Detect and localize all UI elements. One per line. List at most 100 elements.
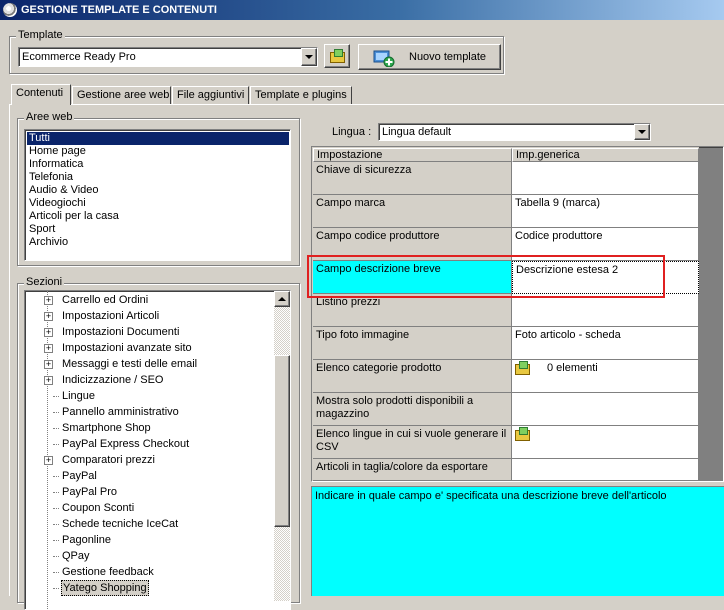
tab-contenuti-label: Contenuti <box>16 87 64 99</box>
lingua-select-value: Lingua default <box>382 126 452 138</box>
tree-item-label: Coupon Sconti <box>62 502 135 514</box>
tree-item-label: Schede tecniche IceCat <box>62 518 179 530</box>
template-group: Template Ecommerce Ready Pro Nuovo templ… <box>9 29 504 74</box>
aree-web-list[interactable]: Tutti Home page Informatica Telefonia Au… <box>24 129 291 261</box>
grid-row-value[interactable] <box>512 294 699 327</box>
settings-grid[interactable]: Impostazione Imp.generica Chiave di sicu… <box>311 146 724 482</box>
tree-item[interactable]: Coupon Sconti <box>25 500 273 516</box>
lingua-select[interactable]: Lingua default <box>378 123 651 141</box>
template-group-label: Template <box>16 29 65 41</box>
chevron-down-icon[interactable] <box>634 124 650 140</box>
tree-item[interactable]: Smartphone Shop <box>25 420 273 436</box>
grid-row-value[interactable]: Tabella 9 (marca) <box>512 195 699 228</box>
tree-item-label: Indicizzazione / SEO <box>62 374 164 386</box>
template-select[interactable]: Ecommerce Ready Pro <box>18 47 318 67</box>
list-item[interactable]: Informatica <box>27 158 290 171</box>
tree-item[interactable]: PayPal Express Checkout <box>25 436 273 452</box>
window-title: GESTIONE TEMPLATE E CONTENUTI <box>21 4 217 16</box>
list-item[interactable]: Archivio <box>27 236 290 249</box>
tree-item[interactable]: + Messaggi e testi delle email <box>25 356 273 372</box>
expand-plus-icon[interactable]: + <box>44 328 53 337</box>
chevron-down-icon[interactable] <box>301 48 317 66</box>
sezioni-scrollbar[interactable] <box>274 291 290 601</box>
grid-header-imp-generica[interactable]: Imp.generica <box>512 148 699 162</box>
list-item[interactable]: Tutti <box>27 132 289 145</box>
tree-item[interactable]: + Indicizzazione / SEO <box>25 372 273 388</box>
scroll-up-icon[interactable] <box>274 291 290 307</box>
grid-row-name: Mostra solo prodotti disponibili a magaz… <box>313 393 512 426</box>
list-item[interactable]: Audio & Video <box>27 184 290 197</box>
tree-item-label: Messaggi e testi delle email <box>62 358 198 370</box>
tree-item[interactable]: + Comparatori prezzi <box>25 452 273 468</box>
aree-web-label: Aree web <box>24 111 75 123</box>
tree-item[interactable]: PayPal <box>25 468 273 484</box>
grid-header-impostazione[interactable]: Impostazione <box>313 148 512 162</box>
expand-plus-icon[interactable]: + <box>44 376 53 385</box>
grid-row-name: Elenco lingue in cui si vuole generare i… <box>313 426 512 459</box>
sezioni-tree-items: + Carrello ed Ordini + Impostazioni Artico… <box>25 292 273 596</box>
description-panel: Indicare in quale campo e' specificata u… <box>311 486 724 596</box>
lingua-label: Lingua : <box>332 126 372 138</box>
tree-item-label: PayPal Express Checkout <box>62 438 190 450</box>
expand-plus-icon[interactable]: + <box>44 344 53 353</box>
expand-plus-icon[interactable]: + <box>44 360 53 369</box>
list-item[interactable]: Articoli per la casa <box>27 210 290 223</box>
tree-item-label: Impostazioni Articoli <box>62 310 160 322</box>
grid-row-value[interactable] <box>512 393 699 426</box>
tab-file-aggiuntivi[interactable]: File aggiuntivi <box>172 86 249 104</box>
tree-item-label: Carrello ed Ordini <box>62 294 149 306</box>
tree-item-label: Impostazioni avanzate sito <box>62 342 192 354</box>
tree-item-label: QPay <box>62 550 90 562</box>
new-template-button[interactable]: Nuovo template <box>358 44 501 70</box>
window-title-bar: GESTIONE TEMPLATE E CONTENUTI <box>0 0 724 20</box>
sezioni-group: Sezioni + Carrello ed Ordini + Impostazion… <box>17 276 300 610</box>
grid-row-value[interactable]: 0 elementi <box>512 360 699 393</box>
tree-item[interactable]: + Impostazioni Articoli <box>25 308 273 324</box>
expand-plus-icon[interactable]: + <box>44 296 53 305</box>
tab-template-plugins[interactable]: Template e plugins <box>250 86 352 104</box>
grid-row-name: Articoli in taglia/colore da esportare <box>313 459 512 481</box>
grid-row-value[interactable]: Foto articolo - scheda <box>512 327 699 360</box>
tree-item[interactable]: + Impostazioni Documenti <box>25 324 273 340</box>
tree-item[interactable]: + Impostazioni avanzate sito <box>25 340 273 356</box>
folder-icon[interactable] <box>515 361 530 375</box>
annotation-highlight-box <box>307 255 665 298</box>
expand-plus-icon[interactable]: + <box>44 456 53 465</box>
sezioni-label: Sezioni <box>24 276 65 288</box>
aree-web-group: Aree web Tutti Home page Informatica Tel… <box>17 111 300 266</box>
tab-gestione-aree-web[interactable]: Gestione aree web <box>72 86 171 104</box>
grid-row-name: Chiave di sicurezza <box>313 162 512 195</box>
tree-item[interactable]: Lingue <box>25 388 273 404</box>
grid-row-value[interactable] <box>512 459 699 481</box>
list-item[interactable]: Home page <box>27 145 290 158</box>
new-template-icon <box>373 50 395 67</box>
tab-contenuti[interactable]: Contenuti <box>11 84 71 105</box>
list-item[interactable]: Telefonia <box>27 171 290 184</box>
tree-item-label: Impostazioni Documenti <box>62 326 180 338</box>
tree-item-label: Gestione feedback <box>62 566 154 578</box>
folder-icon[interactable] <box>515 427 530 442</box>
app-icon <box>3 3 17 17</box>
scroll-thumb[interactable] <box>274 355 290 527</box>
tree-item[interactable]: Schede tecniche IceCat <box>25 516 273 532</box>
open-folder-button[interactable] <box>324 44 350 68</box>
grid-row-value[interactable] <box>512 162 699 195</box>
list-item[interactable]: Videogiochi <box>27 197 290 210</box>
tree-item[interactable]: Pannello amministrativo <box>25 404 273 420</box>
list-item[interactable]: Sport <box>27 223 290 236</box>
new-template-label: Nuovo template <box>409 51 487 63</box>
folder-icon <box>330 49 345 63</box>
grid-row-value[interactable] <box>512 426 699 459</box>
sezioni-tree[interactable]: + Carrello ed Ordini + Impostazioni Artico… <box>24 290 291 610</box>
tree-item[interactable]: QPay <box>25 548 273 564</box>
expand-plus-icon[interactable]: + <box>44 312 53 321</box>
tree-item-label: Lingue <box>62 390 96 402</box>
tree-item[interactable]: + Carrello ed Ordini <box>25 292 273 308</box>
template-select-value: Ecommerce Ready Pro <box>22 51 136 63</box>
tree-item-label: Pannello amministrativo <box>62 406 179 418</box>
tree-item[interactable]: PayPal Pro <box>25 484 273 500</box>
tree-item[interactable]: Pagonline <box>25 532 273 548</box>
tree-item-selected[interactable]: Yatego Shopping <box>25 580 273 596</box>
tree-item-label: Smartphone Shop <box>62 422 151 434</box>
tree-item[interactable]: Gestione feedback <box>25 564 273 580</box>
